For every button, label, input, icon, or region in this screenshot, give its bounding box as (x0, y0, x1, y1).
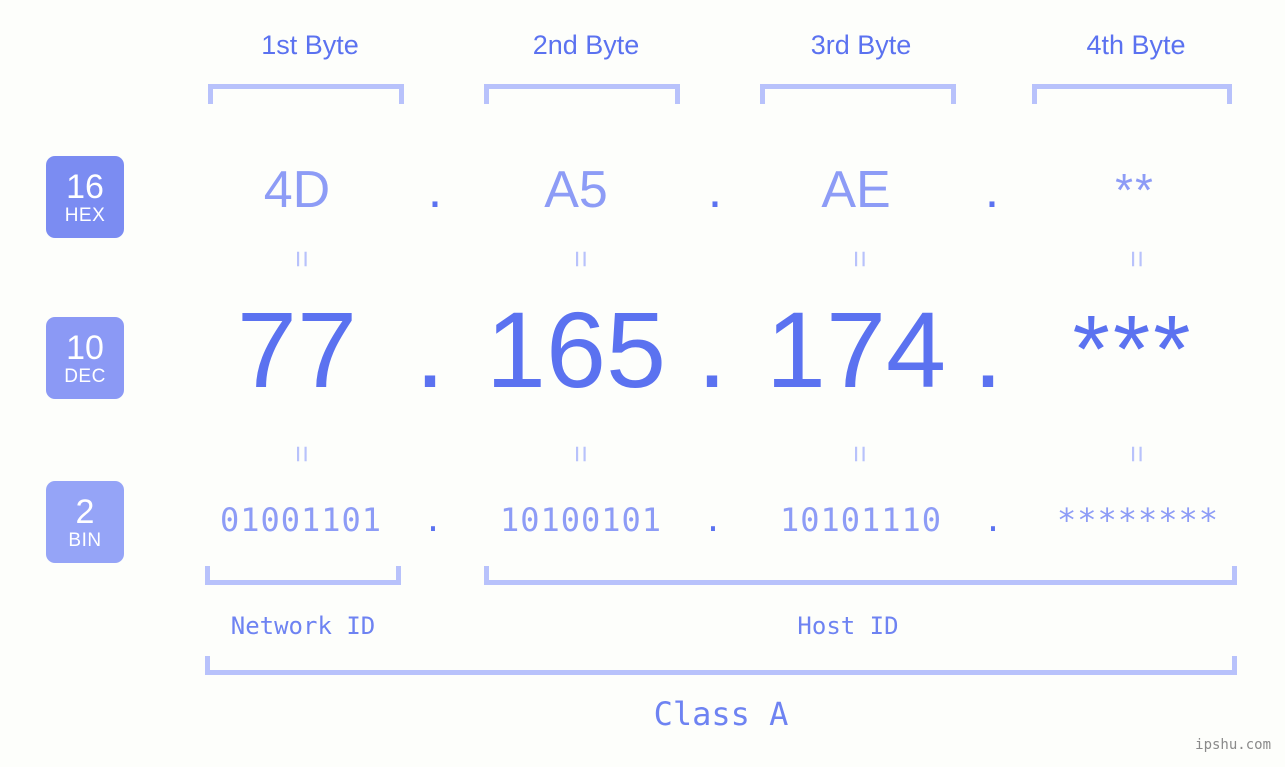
hex-separator-3: . (984, 161, 1000, 219)
dec-byte-2: 165 (485, 289, 667, 410)
byte-bracket-1 (208, 84, 404, 104)
byte-header-2: 2nd Byte (532, 30, 640, 60)
byte-header-1: 1st Byte (261, 30, 359, 60)
dec-byte-1: 77 (236, 289, 358, 410)
watermark: ipshu.com (1195, 737, 1271, 753)
host-id-bracket (484, 566, 1237, 585)
byte-header-3: 3rd Byte (810, 30, 912, 60)
equals-icon-hex-dec-1: = (285, 250, 318, 268)
dec-separator-3: . (972, 289, 1003, 410)
equals-icon-dec-bin-4: = (1120, 445, 1153, 463)
bin-byte-3: 10101110 (779, 501, 943, 539)
dec-row: 77 . 165 . 174 . *** (0, 290, 1285, 410)
ip-address-breakdown-diagram: 1st Byte 2nd Byte 3rd Byte 4th Byte 16 H… (0, 0, 1285, 767)
hex-byte-2: A5 (544, 161, 608, 219)
hex-separator-1: . (427, 161, 443, 219)
equals-icon-dec-bin-1: = (285, 445, 318, 463)
class-label: Class A (653, 695, 789, 733)
hex-byte-1: 4D (263, 161, 331, 219)
equals-icon-hex-dec-3: = (843, 250, 876, 268)
dec-byte-4: *** (1072, 296, 1194, 403)
equals-icon-hex-dec-4: = (1120, 250, 1153, 268)
host-id-label: Host ID (797, 612, 899, 640)
byte-bracket-2 (484, 84, 680, 104)
hex-byte-4: ** (1115, 164, 1155, 216)
bin-byte-2: 10100101 (499, 501, 663, 539)
equals-icon-hex-dec-2: = (564, 250, 597, 268)
bin-byte-4: ******** (1056, 501, 1220, 539)
hex-row: 4D . A5 . AE . ** (0, 150, 1285, 230)
bin-separator-3: . (983, 501, 1003, 539)
equals-icon-dec-bin-3: = (843, 445, 876, 463)
network-id-label: Network ID (230, 612, 376, 640)
network-id-bracket (205, 566, 401, 585)
byte-bracket-3 (760, 84, 956, 104)
hex-byte-3: AE (821, 161, 891, 219)
bin-byte-1: 01001101 (219, 501, 383, 539)
byte-bracket-4 (1032, 84, 1232, 104)
byte-header-4: 4th Byte (1086, 30, 1186, 60)
class-bracket (205, 656, 1237, 675)
bin-row: 01001101 . 10100101 . 10101110 . *******… (0, 492, 1285, 548)
dec-separator-2: . (696, 289, 727, 410)
bin-separator-1: . (423, 501, 443, 539)
dec-byte-3: 174 (765, 289, 947, 410)
bin-separator-2: . (703, 501, 723, 539)
equals-icon-dec-bin-2: = (564, 445, 597, 463)
dec-separator-1: . (414, 289, 445, 410)
hex-separator-2: . (707, 161, 723, 219)
